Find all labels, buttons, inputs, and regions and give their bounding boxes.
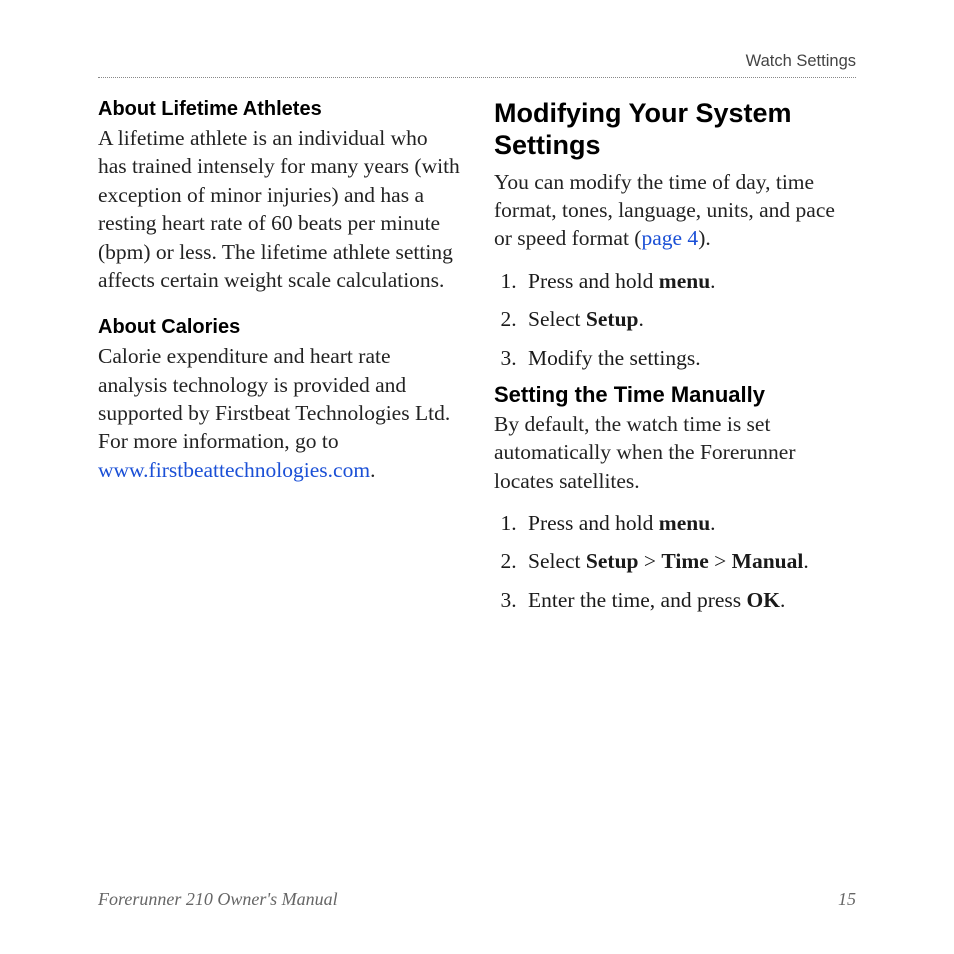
link-page-4[interactable]: page 4	[641, 226, 698, 250]
bold-menu: menu	[659, 269, 710, 293]
text: .	[710, 511, 715, 535]
running-header: Watch Settings	[98, 52, 856, 78]
text: >	[639, 549, 662, 573]
bold-time: Time	[661, 549, 708, 573]
text: .	[710, 269, 715, 293]
text: Select	[528, 307, 586, 331]
link-firstbeat[interactable]: www.firstbeattechnologies.com	[98, 458, 370, 482]
step-item: Modify the settings.	[522, 344, 856, 372]
bold-ok: OK	[747, 588, 780, 612]
step-item: Select Setup > Time > Manual.	[522, 547, 856, 575]
footer-page-number: 15	[838, 889, 856, 910]
steps-system-settings: Press and hold menu. Select Setup. Modif…	[494, 267, 856, 372]
footer-manual-title: Forerunner 210 Owner's Manual	[98, 889, 338, 910]
bold-setup: Setup	[586, 307, 639, 331]
steps-time-manual: Press and hold menu. Select Setup > Time…	[494, 509, 856, 614]
text: .	[639, 307, 644, 331]
heading-setting-time-manually: Setting the Time Manually	[494, 382, 856, 408]
text: Select	[528, 549, 586, 573]
text: .	[370, 458, 375, 482]
text: >	[709, 549, 732, 573]
text: Modify the settings.	[528, 346, 701, 370]
bold-menu: menu	[659, 511, 710, 535]
page: Watch Settings About Lifetime Athletes A…	[0, 0, 954, 954]
step-item: Press and hold menu.	[522, 509, 856, 537]
bold-setup: Setup	[586, 549, 639, 573]
text: .	[803, 549, 808, 573]
text: ).	[698, 226, 711, 250]
text: Press and hold	[528, 511, 659, 535]
step-item: Select Setup.	[522, 305, 856, 333]
content-columns: About Lifetime Athletes A lifetime athle…	[98, 98, 856, 624]
heading-calories: About Calories	[98, 316, 460, 339]
heading-modifying-system-settings: Modifying Your System Settings	[494, 98, 856, 162]
right-column: Modifying Your System Settings You can m…	[494, 98, 856, 624]
paragraph-calories: Calorie expenditure and heart rate analy…	[98, 342, 460, 484]
page-footer: Forerunner 210 Owner's Manual 15	[98, 889, 856, 910]
heading-lifetime-athletes: About Lifetime Athletes	[98, 98, 460, 121]
text: Enter the time, and press	[528, 588, 747, 612]
paragraph-lifetime-athletes: A lifetime athlete is an individual who …	[98, 124, 460, 294]
text: Press and hold	[528, 269, 659, 293]
paragraph-time-manual: By default, the watch time is set automa…	[494, 410, 856, 495]
step-item: Press and hold menu.	[522, 267, 856, 295]
step-item: Enter the time, and press OK.	[522, 586, 856, 614]
bold-manual: Manual	[732, 549, 804, 573]
text: .	[780, 588, 785, 612]
text: Calorie expenditure and heart rate analy…	[98, 344, 450, 453]
paragraph-system-intro: You can modify the time of day, time for…	[494, 168, 856, 253]
left-column: About Lifetime Athletes A lifetime athle…	[98, 98, 460, 624]
